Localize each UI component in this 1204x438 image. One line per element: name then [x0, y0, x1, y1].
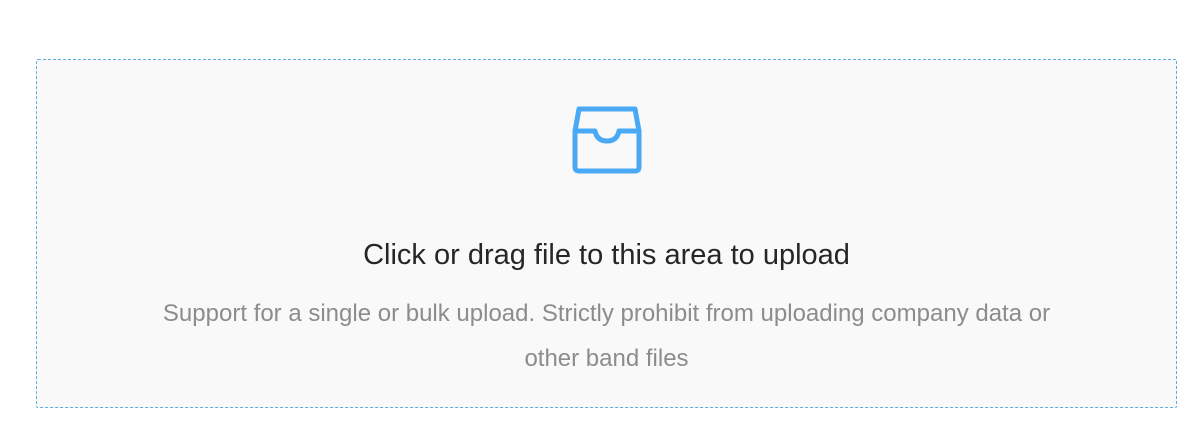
upload-hint-line-2: other band files — [524, 345, 689, 372]
inbox-icon — [572, 106, 641, 174]
upload-hint: Support for a single or bulk upload. Str… — [37, 291, 1176, 381]
upload-hint-line-1: Support for a single or bulk upload. Str… — [162, 300, 1051, 327]
upload-dropzone[interactable]: Click or drag file to this area to uploa… — [36, 59, 1177, 408]
upload-title: Click or drag file to this area to uploa… — [363, 239, 850, 271]
upload-icon-container — [37, 101, 1176, 175]
upload-page: Click or drag file to this area to uploa… — [0, 0, 1204, 438]
